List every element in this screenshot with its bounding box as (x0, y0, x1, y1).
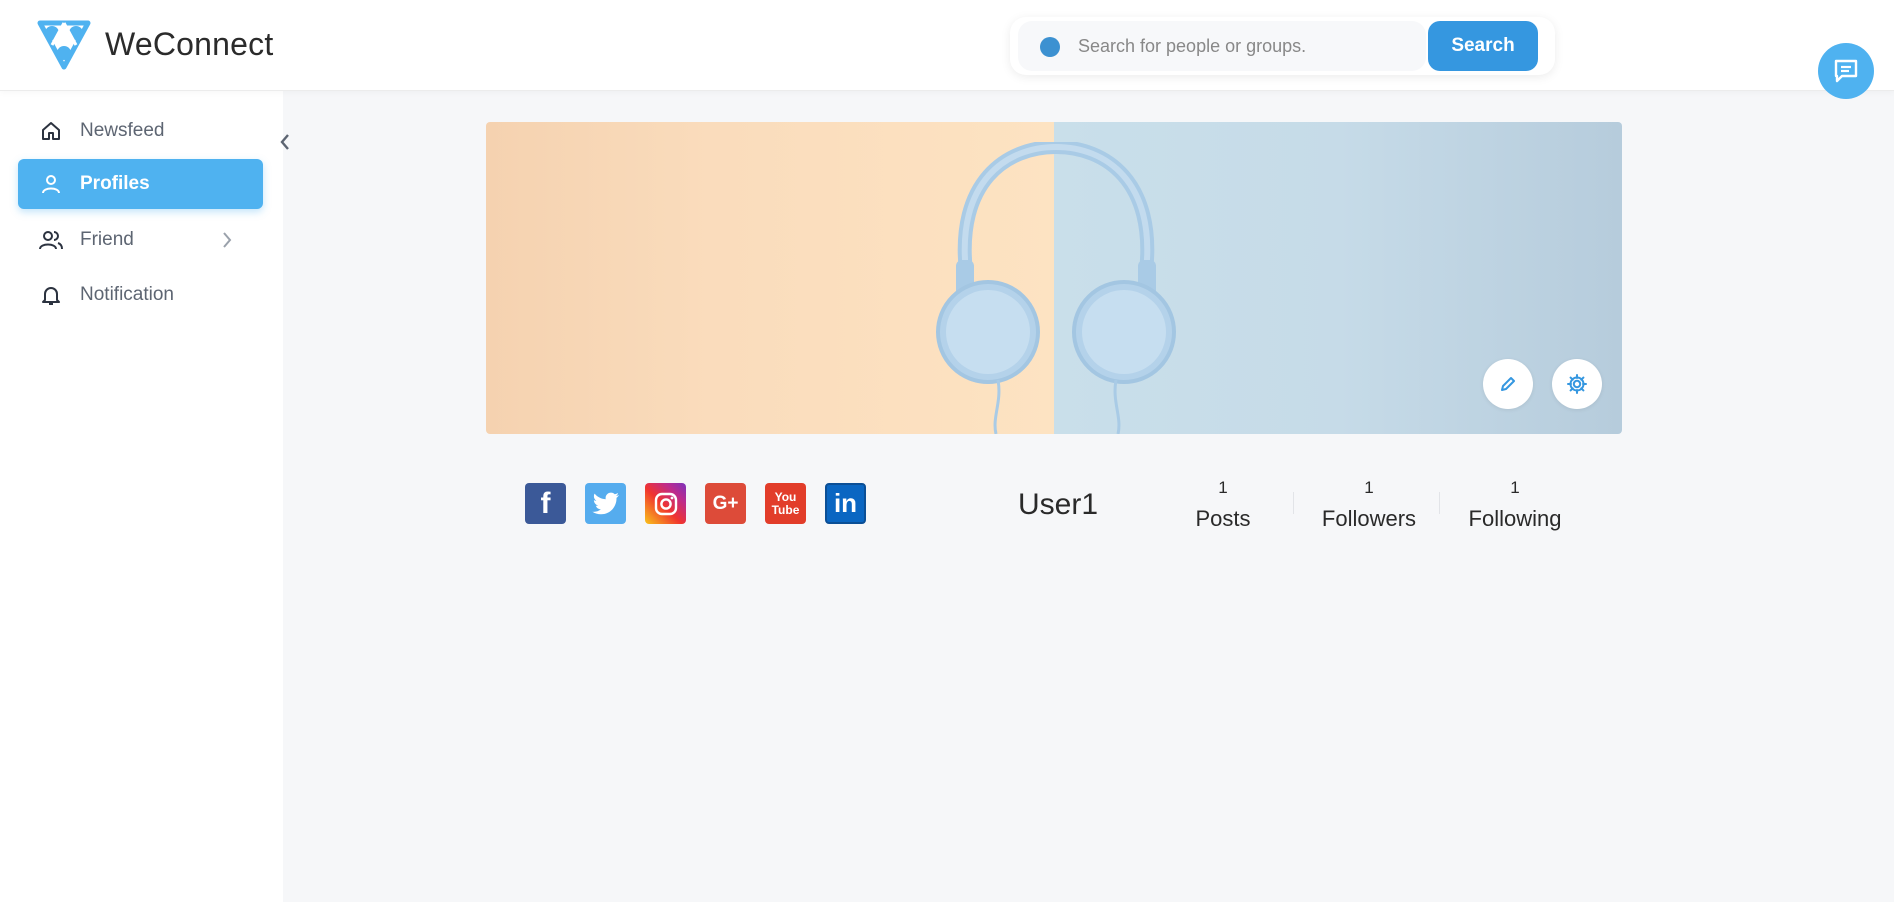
settings-button[interactable] (1552, 359, 1602, 409)
chevron-right-icon (223, 232, 232, 248)
search-input[interactable] (1078, 31, 1408, 61)
stat-posts[interactable]: 1 Posts (1153, 478, 1293, 532)
search-bar: Search (1010, 17, 1555, 75)
weconnect-logo-icon[interactable] (34, 17, 94, 73)
profile-username: User1 (1018, 488, 1099, 521)
stat-divider (1293, 492, 1294, 514)
search-box[interactable] (1018, 21, 1426, 71)
stat-divider (1439, 492, 1440, 514)
chat-icon (1834, 59, 1858, 83)
stat-value: 1 (1364, 478, 1374, 497)
pencil-icon (1501, 377, 1515, 391)
home-icon (38, 118, 64, 144)
brand-name[interactable]: WeConnect (105, 26, 273, 63)
stat-label: Posts (1195, 506, 1251, 531)
user-icon (38, 171, 64, 197)
gear-icon (1567, 374, 1587, 394)
sidebar: Newsfeed Profiles Friend Notification (0, 91, 283, 902)
stat-value: 1 (1510, 478, 1520, 497)
search-button[interactable]: Search (1428, 21, 1538, 71)
stat-label: Following (1468, 506, 1562, 531)
instagram-icon[interactable] (645, 483, 686, 524)
sidebar-collapse-button[interactable] (272, 125, 298, 159)
search-icon (1040, 37, 1060, 57)
cover-photo (486, 122, 1622, 434)
sidebar-item-profiles[interactable]: Profiles (18, 159, 263, 209)
users-icon (38, 227, 64, 253)
stat-value: 1 (1218, 478, 1228, 497)
sidebar-item-label: Friend (80, 229, 134, 250)
twitter-icon[interactable] (585, 483, 626, 524)
chevron-left-icon (280, 134, 289, 150)
stat-following[interactable]: 1 Following (1445, 478, 1585, 532)
sidebar-item-label: Profiles (80, 173, 150, 194)
sidebar-item-label: Newsfeed (80, 120, 165, 141)
sidebar-item-friend[interactable]: Friend (18, 215, 263, 265)
google-plus-icon[interactable]: G+ (705, 483, 746, 524)
sidebar-item-notification[interactable]: Notification (18, 270, 263, 320)
stat-label: Followers (1321, 506, 1417, 531)
youtube-icon[interactable]: You Tube (765, 483, 806, 524)
top-header: WeConnect Search (0, 0, 1894, 91)
edit-cover-button[interactable] (1483, 359, 1533, 409)
sidebar-item-label: Notification (80, 284, 174, 305)
headphones-illustration (936, 142, 1176, 434)
stat-followers[interactable]: 1 Followers (1299, 478, 1439, 532)
chat-button[interactable] (1818, 43, 1874, 99)
facebook-icon[interactable]: f (525, 483, 566, 524)
linkedin-icon[interactable]: in (825, 483, 866, 524)
bell-icon (38, 282, 64, 308)
sidebar-item-newsfeed[interactable]: Newsfeed (18, 106, 263, 156)
